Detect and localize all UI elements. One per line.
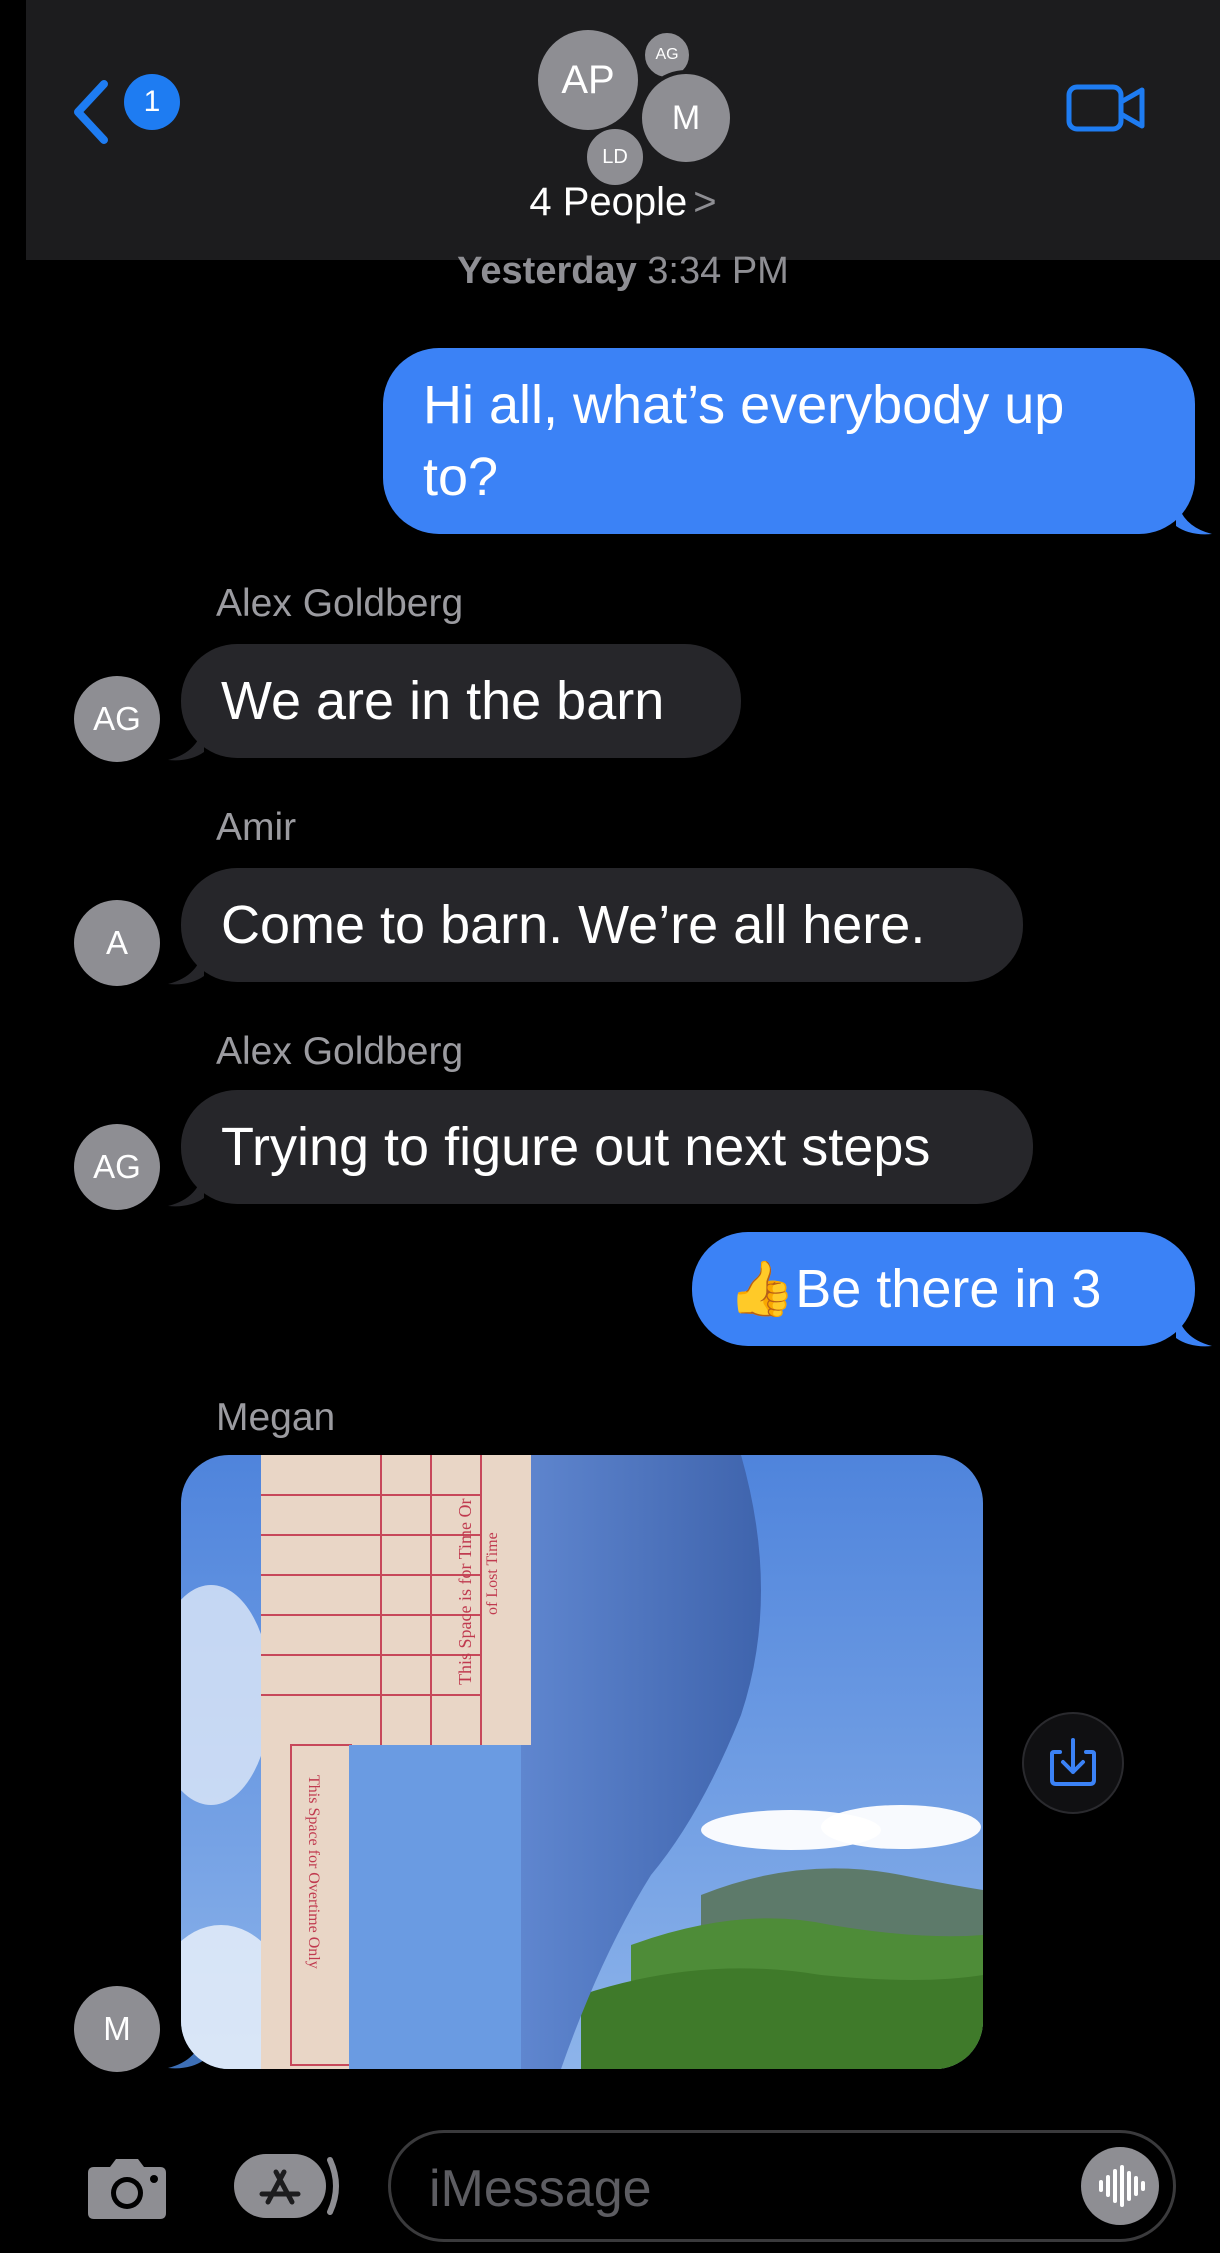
group-name: 4 People — [529, 180, 688, 224]
photo-attachment[interactable]: This Space is for Time Or of Lost Time T… — [181, 1455, 983, 2069]
sender-avatar[interactable]: AG — [74, 1124, 160, 1210]
avatar-ld: LD — [584, 126, 646, 188]
sender-name: Alex Goldberg — [216, 1030, 464, 1073]
avatar-m: M — [638, 70, 734, 166]
photo-image: This Space is for Time Or of Lost Time T… — [181, 1455, 983, 2069]
sender-name: Megan — [216, 1396, 336, 1439]
message-input[interactable]: iMessage — [388, 2130, 1176, 2242]
conversation-header: 1 AP AG M LD 4 People > — [26, 0, 1220, 260]
audio-waveform-icon — [1099, 2165, 1145, 2207]
message-input-placeholder: iMessage — [429, 2160, 652, 2218]
bubble-tail — [168, 722, 204, 761]
camera-icon — [88, 2159, 166, 2219]
photo-text-top-2: of Lost Time — [484, 1532, 501, 1615]
outgoing-message-bubble[interactable]: Hi all, what’s everybody up to? — [383, 348, 1195, 534]
video-camera-icon — [1066, 84, 1145, 132]
app-store-icon — [234, 2154, 339, 2218]
message-timestamp: Yesterday 3:34 PM — [26, 250, 1220, 293]
sender-avatar[interactable]: M — [74, 1986, 160, 2072]
sender-name: Alex Goldberg — [216, 582, 464, 625]
incoming-message-bubble[interactable]: Come to barn. We’re all here. — [181, 868, 1023, 982]
thumbs-up-emoji: 👍 — [728, 1259, 796, 1319]
incoming-message-bubble[interactable]: We are in the barn — [181, 644, 741, 758]
incoming-message-bubble[interactable]: Trying to figure out next steps — [181, 1090, 1033, 1204]
bubble-tail — [1176, 1308, 1212, 1347]
photo-text-top: This Space is for Time Or — [455, 1498, 475, 1685]
message-text: Be there in 3 — [795, 1259, 1102, 1319]
conversation-screen: 1 AP AG M LD 4 People > Yesterday 3:34 PM… — [26, 0, 1220, 2253]
photo-text-side: This Space for Overtime Only — [305, 1775, 322, 1969]
timestamp-day: Yesterday — [457, 250, 637, 292]
camera-button[interactable] — [82, 2155, 172, 2226]
facetime-button[interactable] — [1066, 82, 1146, 139]
bubble-tail — [168, 946, 204, 985]
back-chevron-icon — [74, 80, 108, 144]
download-icon — [1050, 1738, 1096, 1786]
bubble-tail — [1176, 496, 1212, 535]
message-text-line-2: to? — [423, 447, 499, 507]
message-text-line-1: Hi all, what’s everybody up — [423, 375, 1065, 435]
back-button[interactable]: 1 — [70, 74, 190, 144]
audio-message-button[interactable] — [1081, 2147, 1159, 2225]
outgoing-message-bubble[interactable]: 👍Be there in 3 — [692, 1232, 1195, 1346]
unread-count-badge: 1 — [124, 74, 180, 130]
sender-avatar[interactable]: AG — [74, 676, 160, 762]
save-photo-button[interactable] — [1022, 1712, 1124, 1814]
group-name-button[interactable]: 4 People > — [26, 180, 1220, 225]
sender-name: Amir — [216, 806, 297, 849]
timestamp-time: 3:34 PM — [647, 250, 789, 292]
avatar-ap: AP — [538, 30, 638, 130]
app-store-button[interactable] — [232, 2150, 342, 2227]
chevron-right-icon: > — [693, 180, 717, 224]
bubble-tail — [168, 1168, 204, 1207]
sender-avatar[interactable]: A — [74, 900, 160, 986]
